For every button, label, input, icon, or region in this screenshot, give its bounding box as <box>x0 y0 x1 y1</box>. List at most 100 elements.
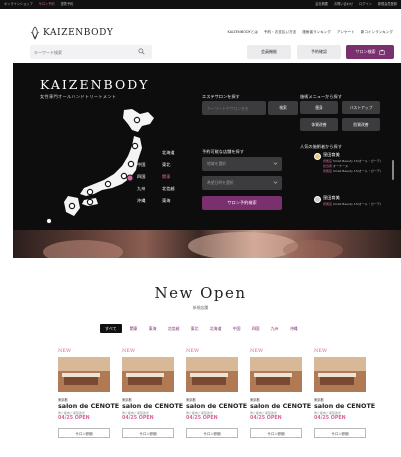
therapist-name: 窪田育美 <box>323 152 340 157</box>
salon-keyword-search-button[interactable]: 検索 <box>268 101 298 115</box>
salon-detail-button[interactable]: サロン詳細 <box>186 428 238 438</box>
nav-survey[interactable]: アンケート <box>337 30 355 35</box>
region-filter-tabs: すべて 関東 東海 北信越 東北 北海道 中国 四国 九州 沖縄 <box>100 324 301 333</box>
salon-search-button[interactable]: サロン検索 <box>346 45 394 59</box>
salon-name: salon de CENOTE <box>122 402 184 410</box>
region-shikoku[interactable]: 四国 <box>137 174 145 180</box>
chevron-down-icon <box>273 181 278 184</box>
top-link-partner-reserve[interactable]: 提携予約 <box>61 1 74 6</box>
site-logo[interactable]: KAIZENBODY <box>30 26 113 40</box>
salon-detail-button[interactable]: サロン詳細 <box>314 428 366 438</box>
logo-mark-icon <box>30 26 40 40</box>
salon-keyword-input[interactable] <box>207 105 266 111</box>
new-open-subtitle: 新規店舗 <box>192 305 209 310</box>
japan-map-icon[interactable] <box>38 108 168 226</box>
new-badge: NEW <box>58 348 72 354</box>
top-links-left: オンラインショップ サロン予約 提携予約 <box>4 1 73 6</box>
menu-slimming-button[interactable]: 痩身 <box>300 101 338 114</box>
salon-detail-button[interactable]: サロン詳細 <box>250 428 302 438</box>
global-nav: KAIZENBODYとは 予約・お支払い方法 施術者ランキング アンケート 新コ… <box>228 30 394 35</box>
top-link-salon-reserve[interactable]: サロン予約 <box>39 1 55 6</box>
top-link-contact[interactable]: お問い合わせ <box>334 1 353 6</box>
hero-photo-strip <box>13 230 401 258</box>
menu-bustup-button[interactable]: バストアップ <box>342 101 380 114</box>
nav-therapist-ranking[interactable]: 施術者ランキング <box>302 30 331 35</box>
therapist-info-line: 所属店 Small Beauty 15(オール・ガーデ) <box>323 159 381 163</box>
nav-about[interactable]: KAIZENBODYとは <box>228 30 258 35</box>
filter-hokushinetsu[interactable]: 北信越 <box>165 324 183 333</box>
open-date: 04/25 OPEN <box>250 416 282 421</box>
top-link-company[interactable]: 会社概要 <box>315 1 328 6</box>
photo-strip-image <box>43 232 343 258</box>
salon-card[interactable]: NEW 東京都 salon de CENOTE 骨と筋肉と循環改善 04/25 … <box>314 348 375 448</box>
salon-card[interactable]: NEW 東京都 salon de CENOTE 骨と筋肉と循環改善 04/25 … <box>58 348 119 448</box>
date-select-value: 希望日時を選択 <box>207 180 234 185</box>
filter-tohoku[interactable]: 東北 <box>188 324 202 333</box>
filter-shikoku[interactable]: 四国 <box>249 324 263 333</box>
booking-heading: 予約可能な店舗を探す <box>202 149 244 154</box>
area-select[interactable]: 地域を選択 <box>202 157 282 171</box>
ranking-scrollbar[interactable] <box>392 160 394 180</box>
top-link-shop[interactable]: オンラインショップ <box>4 1 33 6</box>
salon-detail-button[interactable]: サロン詳細 <box>58 428 110 438</box>
salon-photo <box>122 357 174 392</box>
salon-photo <box>186 357 238 392</box>
filter-hokkaido[interactable]: 北海道 <box>207 324 225 333</box>
menu-skin-button[interactable]: 肌質改善 <box>342 118 380 131</box>
filter-all[interactable]: すべて <box>100 324 122 333</box>
region-chugoku[interactable]: 中国 <box>137 162 145 168</box>
reservation-check-button[interactable]: 予約確認 <box>297 45 341 59</box>
region-kyushu[interactable]: 九州 <box>137 186 145 192</box>
salon-photo <box>250 357 302 392</box>
therapist-info-line: 所属店 Small Beauty 15(オール・ガーデ) <box>323 169 381 173</box>
menu-constitution-button[interactable]: 体質改善 <box>300 118 338 131</box>
date-select[interactable]: 希望日時を選択 <box>202 176 282 190</box>
salon-name: salon de CENOTE <box>314 402 376 410</box>
nav-coin-ranking[interactable]: 新コインランキング <box>361 30 393 35</box>
avatar-icon <box>314 196 321 203</box>
salon-detail-button[interactable]: サロン詳細 <box>122 428 174 438</box>
new-badge: NEW <box>250 348 264 354</box>
salon-search-label: サロン検索 <box>355 49 376 54</box>
salon-name: salon de CENOTE <box>58 402 120 410</box>
logo-text: KAIZENBODY <box>43 28 114 38</box>
region-tohoku[interactable]: 東北 <box>162 162 170 168</box>
bag-icon <box>378 49 385 55</box>
region-hokkaido[interactable]: 北海道 <box>162 150 175 156</box>
salon-description: 骨と筋肉と循環改善 <box>58 411 86 415</box>
region-okinawa[interactable]: 沖縄 <box>137 198 145 204</box>
filter-tokai[interactable]: 東海 <box>146 324 160 333</box>
top-link-register[interactable]: 新規会員登録 <box>378 1 397 6</box>
salon-reserve-search-button[interactable]: サロン予約検索 <box>202 196 282 210</box>
salon-name: salon de CENOTE <box>186 402 248 410</box>
site-header: KAIZENBODY KAIZENBODYとは 予約・お支払い方法 施術者ランキ… <box>0 9 401 65</box>
filter-chugoku[interactable]: 中国 <box>230 324 244 333</box>
ranking-entry[interactable]: 窪田育美 所属店 Small Beauty 15(オール・ガーデ) <box>314 195 381 227</box>
salon-card[interactable]: NEW 東京都 salon de CENOTE 骨と筋肉と循環改善 04/25 … <box>250 348 311 448</box>
top-utility-bar: オンラインショップ サロン予約 提携予約 会社概要 お問い合わせ ログイン 新規… <box>0 0 401 9</box>
filter-kanto[interactable]: 関東 <box>127 324 141 333</box>
filter-kyushu[interactable]: 九州 <box>268 324 282 333</box>
salon-search-heading: エステサロンを探す <box>202 94 240 99</box>
members-button[interactable]: 会員機能 <box>247 45 291 59</box>
open-date: 04/25 OPEN <box>186 416 218 421</box>
area-select-value: 地域を選択 <box>207 161 226 166</box>
salon-card[interactable]: NEW 東京都 salon de CENOTE 骨と筋肉と循環改善 04/25 … <box>186 348 247 448</box>
filter-okinawa[interactable]: 沖縄 <box>287 324 301 333</box>
top-link-login[interactable]: ログイン <box>359 1 372 6</box>
new-open-title: New Open <box>154 284 247 302</box>
search-icon[interactable] <box>138 48 145 55</box>
avatar-icon <box>314 153 321 160</box>
keyword-search-input[interactable] <box>34 49 134 55</box>
hero-panel: KAIZENBODY 女性専門オールハンドトリートメント 北海道 中国 東北 四… <box>13 63 401 230</box>
region-tokai[interactable]: 東海 <box>162 198 170 204</box>
ranking-entry[interactable]: 窪田育美 所属店 Small Beauty 15(オール・ガーデ) 担当者 オー… <box>314 152 381 184</box>
nav-reservation-payment[interactable]: 予約・お支払い方法 <box>264 30 296 35</box>
salon-description: 骨と筋肉と循環改善 <box>186 411 214 415</box>
salon-description: 骨と筋肉と循環改善 <box>122 411 150 415</box>
region-kanto[interactable]: 関東 <box>162 174 170 180</box>
region-hokushinetsu[interactable]: 北信越 <box>162 186 175 192</box>
chevron-down-icon <box>273 162 278 165</box>
salon-photo <box>58 357 110 392</box>
salon-card[interactable]: NEW 東京都 salon de CENOTE 骨と筋肉と循環改善 04/25 … <box>122 348 183 448</box>
